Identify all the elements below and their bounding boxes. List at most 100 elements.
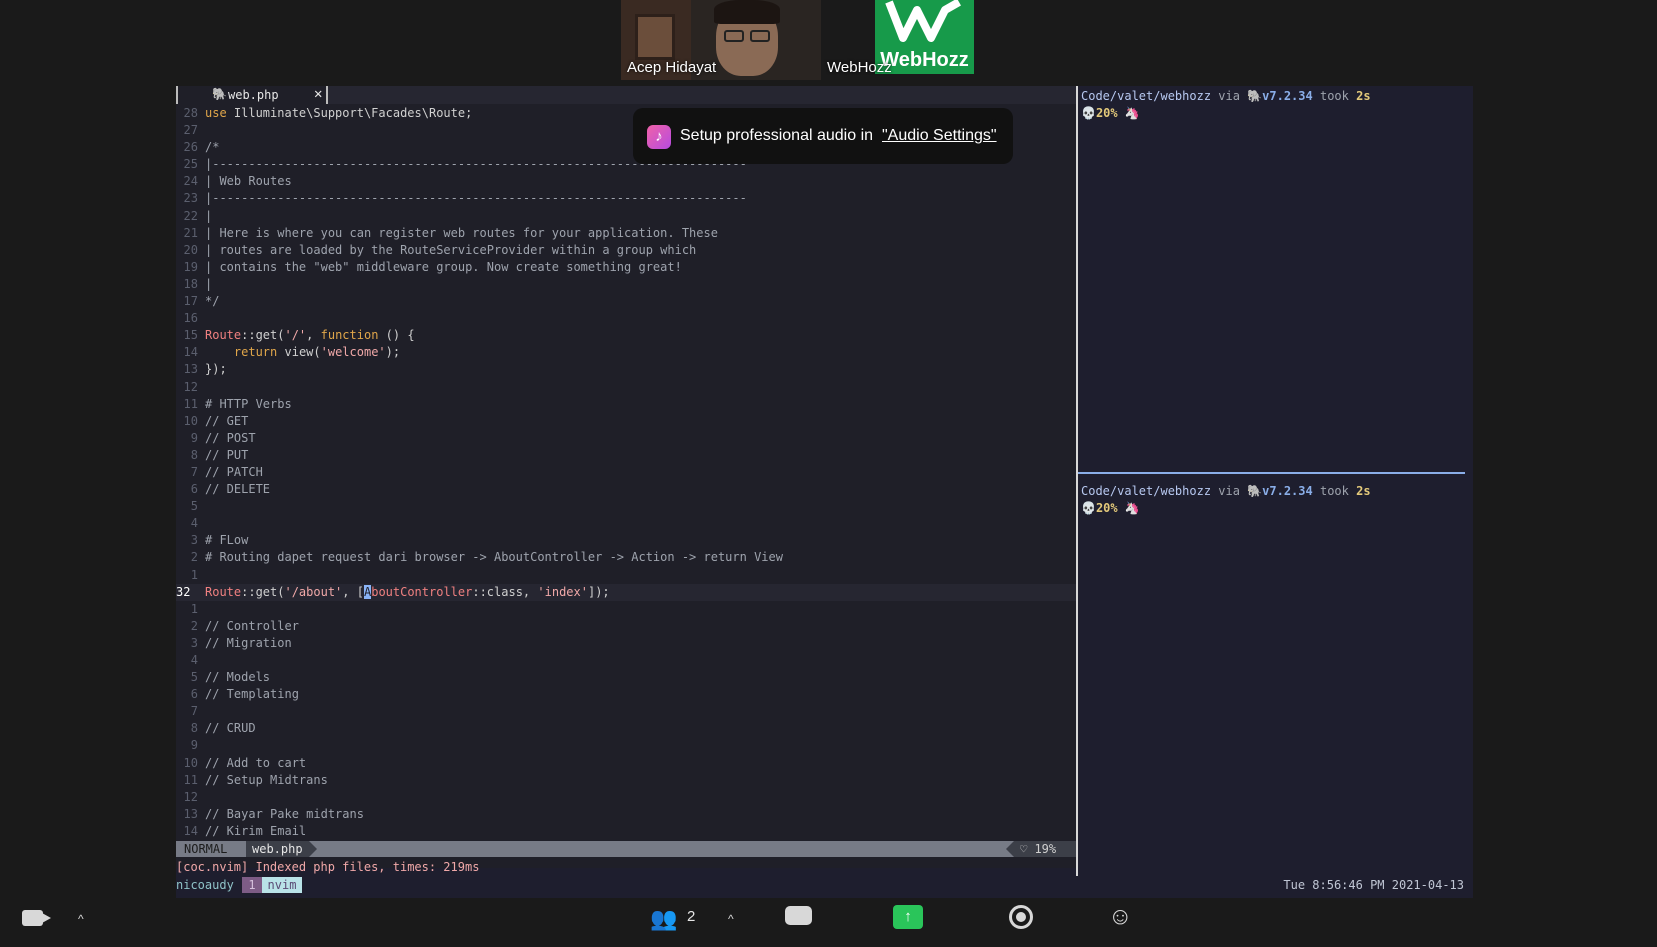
code-line[interactable]: 4 — [176, 515, 1076, 532]
chat-icon[interactable] — [785, 906, 812, 928]
line-number: 3 — [190, 635, 198, 650]
code-line[interactable]: 11 # HTTP Verbs — [176, 396, 1076, 413]
code-line[interactable]: 1 — [176, 567, 1076, 584]
pane-divider-horizontal[interactable] — [1078, 472, 1465, 474]
code-token: // Templating — [205, 687, 299, 702]
code-token: , — [306, 328, 321, 343]
line-number: 20 — [183, 242, 198, 257]
code-line[interactable]: 8 // PUT — [176, 447, 1076, 464]
code-line[interactable]: 16 — [176, 310, 1076, 327]
code-line[interactable]: 18 | — [176, 276, 1076, 293]
code-line[interactable]: 10 // Add to cart — [176, 755, 1076, 772]
code-token: // Bayar Pake midtrans — [205, 806, 364, 821]
participant-video-acep[interactable]: Acep Hidayat — [621, 0, 821, 80]
code-line[interactable]: 9 — [176, 737, 1076, 754]
line-number: 8 — [190, 447, 198, 462]
code-token: 'welcome' — [320, 345, 386, 360]
code-token: # FLow — [205, 533, 249, 548]
code-line[interactable]: 6 // DELETE — [176, 481, 1076, 498]
code-line[interactable]: 22 | — [176, 208, 1076, 225]
participant-video-webhozz[interactable]: WebHozz WebHozz — [821, 0, 1025, 80]
line-number: 23 — [183, 191, 198, 206]
line-number: 28 — [183, 106, 198, 120]
prompt-status: 💀20% 🦄 — [1081, 106, 1140, 120]
code-line[interactable]: 13 // Bayar Pake midtrans — [176, 806, 1076, 823]
shell-pane-bottom[interactable]: Code/valet/webhozz via 🐘v7.2.34 took 2s … — [1081, 483, 1371, 517]
line-number: 18 — [183, 276, 198, 291]
code-line[interactable]: 12 — [176, 379, 1076, 396]
code-line[interactable]: 8 // CRUD — [176, 720, 1076, 737]
code-line[interactable]: 1 — [176, 601, 1076, 618]
line-number: 15 — [183, 328, 198, 343]
line-number: 17 — [183, 294, 198, 309]
prompt-status: 💀20% 🦄 — [1081, 501, 1140, 515]
code-line[interactable]: 5 // Models — [176, 669, 1076, 686]
line-number: 1 — [190, 601, 198, 616]
code-token: outController — [378, 584, 473, 599]
code-line[interactable]: 15 Route::get('/', function () { — [176, 327, 1076, 344]
line-number: 12 — [183, 789, 198, 804]
code-token: | Web Routes — [205, 174, 292, 189]
code-token: # Routing dapet request dari browser -> … — [205, 550, 783, 565]
code-line[interactable]: 14 return view('welcome'); — [176, 344, 1076, 361]
code-line[interactable]: 2 # Routing dapet request dari browser ->… — [176, 549, 1076, 566]
line-number: 12 — [183, 379, 198, 394]
code-line[interactable]: 3 // Migration — [176, 635, 1076, 652]
code-line[interactable]: 6 // Templating — [176, 686, 1076, 703]
chevron-up-icon[interactable]: ^ — [728, 912, 734, 926]
tmux-clock: Tue 8:56:46 PM 2021-04-13 — [1283, 878, 1464, 892]
line-number: 7 — [190, 704, 198, 719]
unicorn-icon: 🦄 — [1124, 106, 1140, 120]
code-line[interactable]: 11 // Setup Midtrans — [176, 772, 1076, 789]
code-token: ::class, — [472, 584, 538, 599]
code-line[interactable]: 21 | Here is where you can register web r… — [176, 225, 1076, 242]
webhozz-w-icon — [885, 0, 961, 42]
tmux-window-name[interactable]: nvim — [262, 877, 302, 893]
code-line[interactable]: 3 # FLow — [176, 532, 1076, 549]
code-line[interactable]: 2 // Controller — [176, 618, 1076, 635]
code-token: use — [205, 106, 227, 120]
chevron-up-icon[interactable]: ^ — [78, 912, 84, 926]
code-line[interactable]: 10 // GET — [176, 413, 1076, 430]
code-line[interactable]: 7 // PATCH — [176, 464, 1076, 481]
code-line[interactable]: 23 |-------------------------------------… — [176, 190, 1076, 207]
shell-pane-top[interactable]: Code/valet/webhozz via 🐘v7.2.34 took 2s … — [1081, 88, 1371, 122]
close-icon[interactable]: ✕ — [314, 86, 322, 102]
code-line[interactable]: 4 — [176, 652, 1076, 669]
tab-web-php[interactable]: 🐘 web.php ✕ — [176, 86, 328, 104]
record-icon[interactable] — [1009, 905, 1033, 929]
audio-settings-link[interactable]: "Audio Settings" — [882, 127, 997, 145]
line-number: 11 — [183, 396, 198, 411]
code-line[interactable]: 5 — [176, 498, 1076, 515]
code-line[interactable]: 13}); — [176, 361, 1076, 378]
tabline: 🐘 web.php ✕ — [176, 86, 1076, 104]
line-number: 1 — [190, 567, 198, 582]
code-line-current[interactable]: 32 Route::get('/about', [AboutController:… — [176, 583, 1076, 601]
line-number: 9 — [190, 430, 198, 445]
reactions-icon[interactable]: ☺ — [1108, 903, 1133, 931]
code-line[interactable]: 20 | routes are loaded by the RouteServic… — [176, 242, 1076, 259]
tmux-window-index[interactable]: 1 — [242, 877, 262, 893]
video-camera-icon[interactable] — [22, 908, 52, 928]
pane-divider-vertical[interactable] — [1076, 86, 1078, 876]
participants-icon[interactable]: 👥 — [650, 906, 677, 932]
line-number: 7 — [190, 464, 198, 479]
code-line[interactable]: 24 | Web Routes — [176, 173, 1076, 190]
shared-terminal-screen: 🐘 web.php ✕ 28 use Illuminate\Support\Fac… — [176, 86, 1473, 898]
line-number: 3 — [190, 533, 198, 548]
code-line[interactable]: 14 // Kirim Email — [176, 823, 1076, 840]
code-line[interactable]: 12 — [176, 789, 1076, 806]
code-token: Illuminate\Support\Facades\Route; — [226, 106, 473, 120]
code-line[interactable]: 19 | contains the "web" middleware group.… — [176, 259, 1076, 276]
code-token: return — [233, 345, 278, 360]
code-token: | — [205, 276, 213, 291]
line-number: 14 — [183, 345, 198, 360]
code-line[interactable]: 9 // POST — [176, 430, 1076, 447]
status-position: ♡ 19% — [1006, 841, 1076, 857]
share-screen-icon[interactable]: ↑ — [893, 905, 923, 929]
code-line[interactable]: 17 */ — [176, 293, 1076, 310]
line-number: 5 — [190, 670, 198, 685]
code-buffer[interactable]: 28 use Illuminate\Support\Facades\Route; 2… — [176, 105, 1076, 840]
code-line[interactable]: 7 — [176, 703, 1076, 720]
nvim-editor[interactable]: 🐘 web.php ✕ 28 use Illuminate\Support\Fac… — [176, 86, 1076, 874]
